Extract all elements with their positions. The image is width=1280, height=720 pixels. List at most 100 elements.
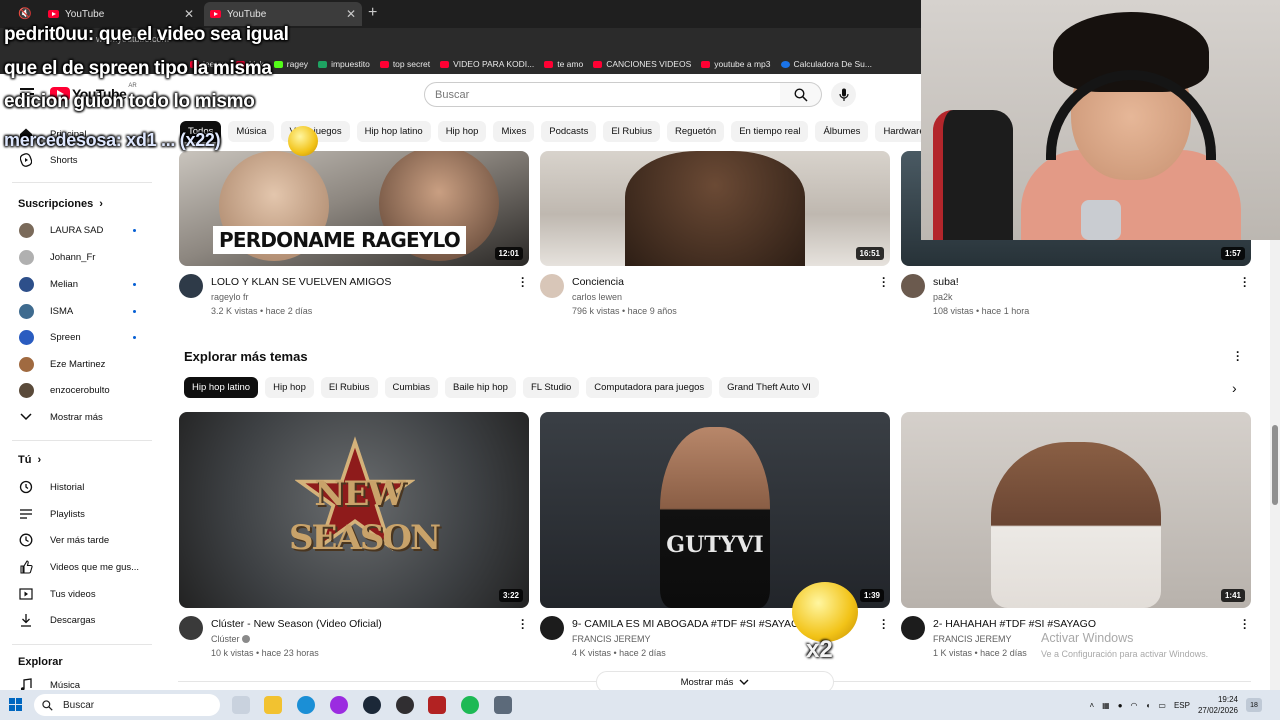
subscription-item[interactable]: Eze Martinez	[18, 354, 148, 374]
sidebar-item-downloads[interactable]: Descargas	[18, 610, 148, 630]
battery-icon[interactable]: ▭	[1158, 701, 1166, 710]
chip[interactable]: Álbumes	[815, 121, 869, 142]
close-tab-icon[interactable]: ✕	[184, 7, 200, 21]
channel-name[interactable]: carlos lewen	[572, 292, 622, 302]
chip[interactable]: Hip hop latino	[184, 377, 259, 398]
spotify-icon[interactable]	[461, 696, 479, 714]
more-options-icon[interactable]: · · ·	[878, 272, 890, 292]
bookmark-item[interactable]: CANCIONES VIDEOS	[593, 59, 691, 69]
sidebar-item-your-videos[interactable]: Tus videos	[18, 584, 148, 604]
video-thumbnail[interactable]: NEW SEASON 3:22	[179, 412, 529, 608]
sidebar-item-playlists[interactable]: Playlists	[18, 504, 148, 524]
more-options-icon[interactable]: · · ·	[1239, 614, 1251, 634]
bookmark-item[interactable]: impuestito	[318, 59, 370, 69]
edge-icon[interactable]	[297, 696, 315, 714]
browser-tab-1[interactable]: YouTube ✕	[48, 2, 200, 26]
subscription-item[interactable]: LAURA SAD	[18, 220, 148, 240]
taskbar-search[interactable]: Buscar	[34, 694, 220, 716]
chevron-right-icon[interactable]: ›	[1232, 380, 1237, 396]
chip[interactable]: El Rubius	[603, 121, 660, 142]
channel-avatar[interactable]	[540, 274, 564, 298]
network-icon[interactable]: ▦	[1102, 701, 1110, 710]
close-tab-icon[interactable]: ✕	[346, 7, 362, 21]
subscription-item[interactable]: Johann_Fr	[18, 247, 148, 267]
video-thumbnail[interactable]: 1:41	[901, 412, 1251, 608]
wifi-icon[interactable]: ◠	[1131, 701, 1138, 710]
chip[interactable]: Baile hip hop	[445, 377, 516, 398]
sidebar-item-history[interactable]: Historial	[18, 477, 148, 497]
chip[interactable]: Mixes	[493, 121, 535, 142]
mute-tab-icon[interactable]: 🔇	[18, 7, 32, 20]
you-heading[interactable]: Tú ›	[18, 454, 41, 466]
video-thumbnail[interactable]: GUTYVI 1:39	[540, 412, 890, 608]
chip[interactable]: Hip hop	[265, 377, 314, 398]
chip[interactable]: Hip hop latino	[356, 121, 431, 142]
video-title[interactable]: 2- HAHAHAH #TDF #SI #SAYAGO	[933, 618, 1096, 630]
voice-search-button[interactable]	[831, 82, 856, 107]
windows-start-icon[interactable]	[9, 698, 22, 711]
bookmark-item[interactable]: te amo	[544, 59, 583, 69]
channel-name[interactable]: pa2k	[933, 292, 953, 302]
more-options-icon[interactable]: · · ·	[878, 614, 890, 634]
chevron-up-icon[interactable]: ˄	[1089, 701, 1094, 710]
chip[interactable]: Hardware	[875, 121, 921, 142]
microphone-icon[interactable]: ●	[1118, 701, 1123, 710]
chip[interactable]: Podcasts	[541, 121, 597, 142]
file-explorer-icon[interactable]	[264, 696, 282, 714]
volume-icon[interactable]: ◖	[1146, 701, 1151, 710]
chip[interactable]: En tiempo real	[731, 121, 809, 142]
subscriptions-heading[interactable]: Suscripciones ›	[18, 198, 103, 210]
chip[interactable]: Reguetón	[667, 121, 725, 142]
steam-icon[interactable]	[363, 696, 381, 714]
video-title[interactable]: suba!	[933, 276, 959, 288]
subscription-item[interactable]: enzocerobulto	[18, 380, 148, 400]
obs-icon[interactable]	[396, 696, 414, 714]
chip[interactable]: Computadora para juegos	[586, 377, 713, 398]
bookmark-item[interactable]: ragey	[273, 59, 308, 69]
more-options-icon[interactable]: · · ·	[1232, 346, 1244, 366]
search-button[interactable]	[780, 82, 822, 107]
sidebar-show-more[interactable]: Mostrar más	[18, 407, 148, 427]
active-app-icon[interactable]	[494, 696, 512, 714]
scrollbar-thumb[interactable]	[1272, 425, 1278, 505]
sidebar-item-liked[interactable]: Videos que me gus...	[18, 557, 148, 577]
channel-name[interactable]: FRANCIS JEREMY	[572, 634, 651, 644]
bookmark-item[interactable]: VIDEO PARA KODI...	[440, 59, 534, 69]
task-view-icon[interactable]	[232, 696, 250, 714]
more-options-icon[interactable]: · · ·	[517, 614, 529, 634]
channel-name[interactable]: Clúster	[211, 634, 251, 644]
video-thumbnail[interactable]: 16:51	[540, 151, 890, 266]
sidebar-item-watch-later[interactable]: Ver más tarde	[18, 530, 148, 550]
channel-avatar[interactable]	[179, 616, 203, 640]
video-title[interactable]: 9- CAMILA ES MI ABOGADA #TDF #SI #SAYAGO	[572, 618, 807, 630]
channel-name[interactable]: FRANCIS JEREMY	[933, 634, 1012, 644]
browser-tab-2[interactable]: YouTube ✕	[204, 2, 362, 26]
notification-badge[interactable]: 18	[1246, 698, 1262, 712]
chip[interactable]: Música	[228, 121, 275, 142]
game-app-icon[interactable]	[428, 696, 446, 714]
bookmark-item[interactable]: top secret	[379, 59, 430, 69]
chip[interactable]: Grand Theft Auto VI	[719, 377, 819, 398]
channel-avatar[interactable]	[901, 616, 925, 640]
subscription-item[interactable]: ISMA	[18, 301, 148, 321]
video-thumbnail[interactable]: PERDONAME RAGEYLO 12:01	[179, 151, 529, 266]
chip[interactable]: Cumbias	[384, 377, 439, 398]
clock[interactable]: 19:24 27/02/2026	[1198, 694, 1238, 716]
more-options-icon[interactable]: · · ·	[517, 272, 529, 292]
chip[interactable]: Hip hop	[437, 121, 487, 142]
channel-avatar[interactable]	[901, 274, 925, 298]
subscription-item[interactable]: Melian	[18, 274, 148, 294]
video-title[interactable]: Conciencia	[572, 276, 624, 288]
chip[interactable]: FL Studio	[522, 377, 580, 398]
more-options-icon[interactable]: · · ·	[1239, 272, 1251, 292]
new-tab-button[interactable]: +	[368, 4, 377, 22]
video-title[interactable]: Clúster - New Season (Video Oficial)	[211, 618, 382, 630]
sidebar-item-shorts[interactable]: Shorts	[18, 150, 148, 170]
video-title[interactable]: LOLO Y KLAN SE VUELVEN AMIGOS	[211, 276, 391, 288]
subscription-item[interactable]: Spreen	[18, 327, 148, 347]
language-indicator[interactable]: ESP	[1174, 701, 1190, 710]
channel-name[interactable]: rageylo fr	[211, 292, 249, 302]
search-input[interactable]: Buscar	[424, 82, 781, 107]
scrollbar[interactable]	[1270, 240, 1280, 690]
capcut-icon[interactable]	[330, 696, 348, 714]
